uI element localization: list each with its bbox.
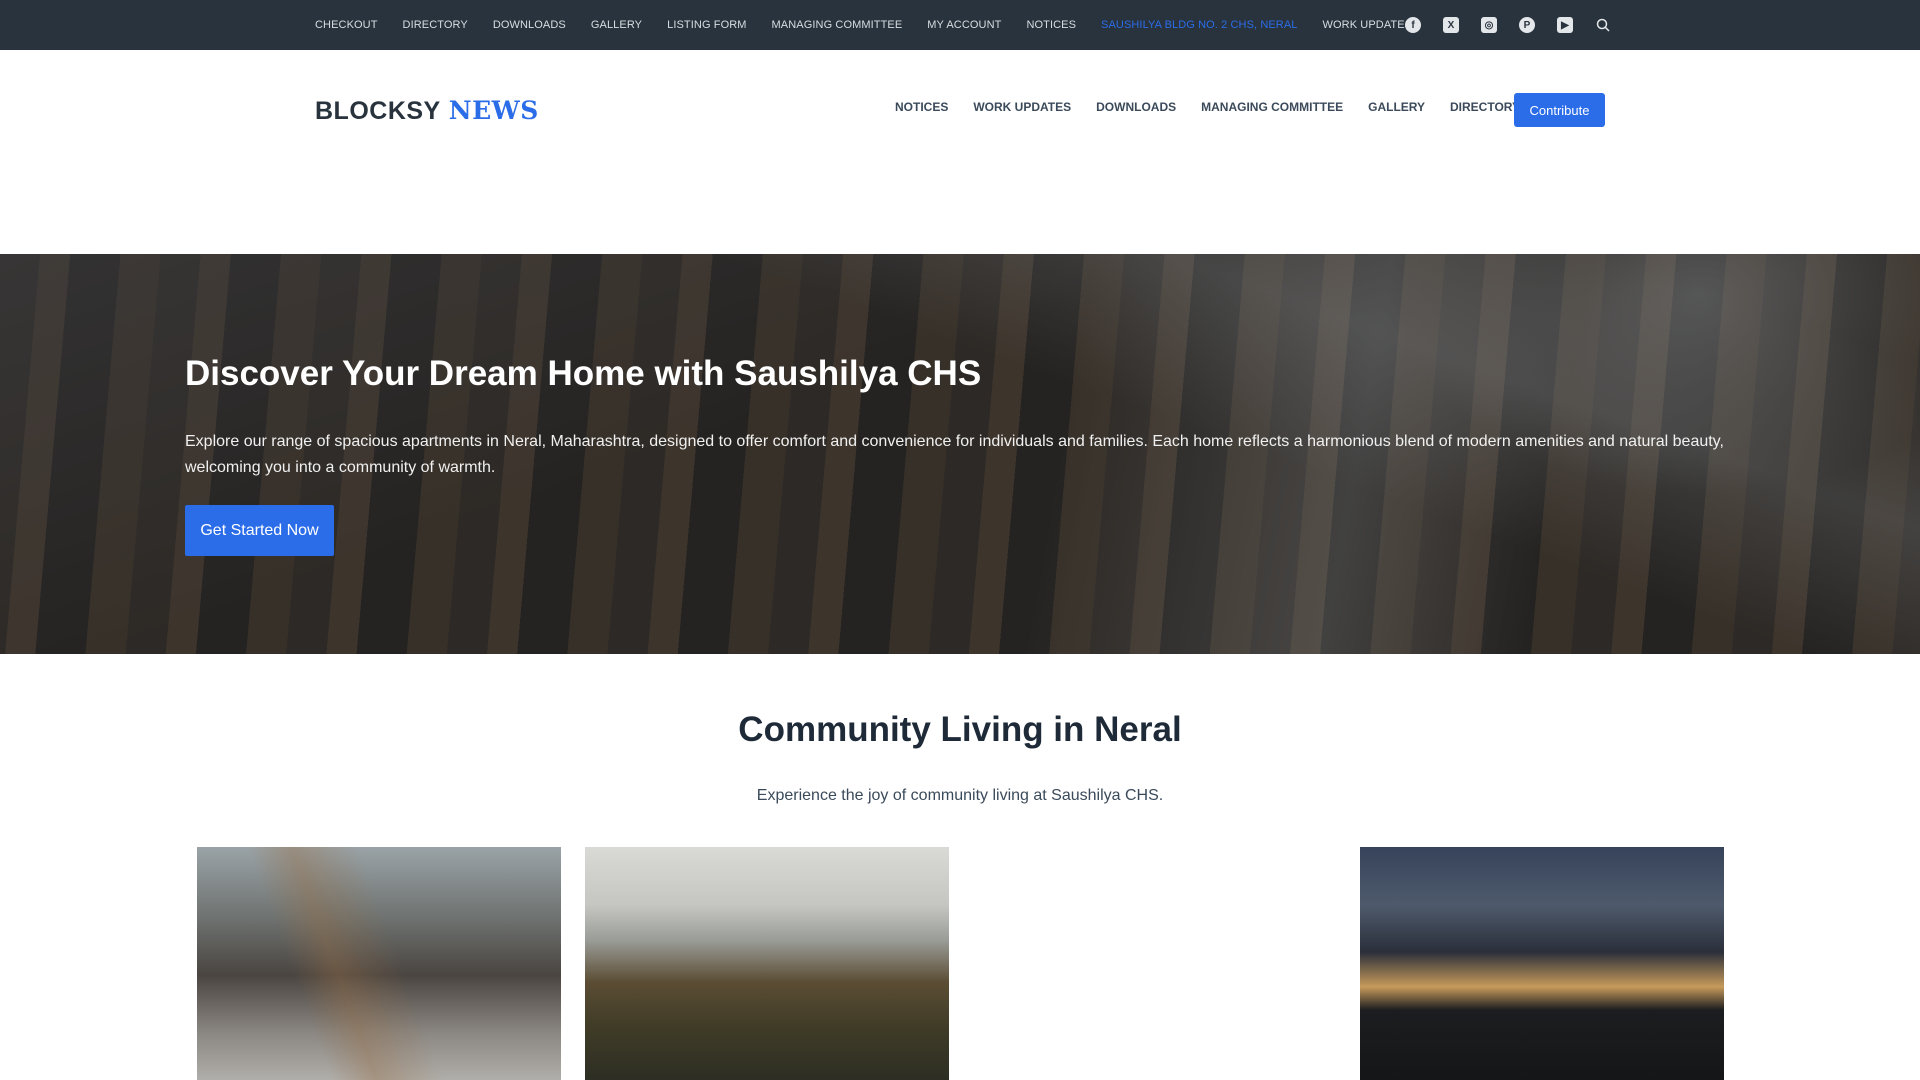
- top-bar: CHECKOUT DIRECTORY DOWNLOADS GALLERY LIS…: [0, 0, 1920, 50]
- top-nav-managing-committee[interactable]: MANAGING COMMITTEE: [772, 19, 903, 31]
- top-nav-my-account[interactable]: MY ACCOUNT: [927, 19, 1001, 31]
- gallery-image-valley: [585, 847, 949, 1080]
- logo-accent-text: NEWS: [448, 96, 539, 125]
- nav-downloads[interactable]: DOWNLOADS: [1096, 100, 1176, 114]
- site-logo[interactable]: BLOCKSY NEWS: [315, 96, 539, 126]
- gallery-image-mountains: [197, 847, 561, 1080]
- top-nav-work-updates[interactable]: WORK UPDATES: [1323, 19, 1413, 31]
- nav-managing-committee[interactable]: MANAGING COMMITTEE: [1201, 100, 1343, 114]
- logo-text: BLOCKSY: [315, 97, 441, 125]
- nav-gallery[interactable]: GALLERY: [1368, 100, 1425, 114]
- top-nav: CHECKOUT DIRECTORY DOWNLOADS GALLERY LIS…: [315, 0, 1412, 50]
- youtube-icon[interactable]: ▶: [1557, 17, 1573, 33]
- get-started-button[interactable]: Get Started Now: [185, 505, 334, 556]
- top-nav-notices[interactable]: NOTICES: [1026, 19, 1076, 31]
- hero-title: Discover Your Dream Home with Saushilya …: [185, 354, 982, 393]
- facebook-icon[interactable]: f: [1405, 17, 1421, 33]
- nav-work-updates[interactable]: WORK UPDATES: [973, 100, 1071, 114]
- section-title: Community Living in Neral: [738, 710, 1182, 749]
- top-nav-downloads[interactable]: DOWNLOADS: [493, 19, 566, 31]
- section-subtitle: Experience the joy of community living a…: [756, 787, 1164, 804]
- nav-directory[interactable]: DIRECTORY: [1450, 100, 1520, 114]
- top-nav-listing-form[interactable]: LISTING FORM: [667, 19, 746, 31]
- top-nav-saushilya[interactable]: SAUSHILYA BLDG NO. 2 CHS, NERAL: [1101, 19, 1297, 31]
- site-header: BLOCKSY NEWS NOTICES WORK UPDATES DOWNLOA…: [0, 50, 1920, 254]
- nav-notices[interactable]: NOTICES: [895, 100, 948, 114]
- top-nav-checkout[interactable]: CHECKOUT: [315, 19, 378, 31]
- hero-text: Explore our range of spacious apartments…: [185, 433, 1724, 476]
- pinterest-icon[interactable]: P: [1519, 17, 1535, 33]
- instagram-icon[interactable]: ◎: [1481, 17, 1497, 33]
- hero-section: Discover Your Dream Home with Saushilya …: [0, 254, 1920, 654]
- main-nav: NOTICES WORK UPDATES DOWNLOADS MANAGING …: [895, 100, 1520, 114]
- social-links: f X ◎ P ▶: [1405, 0, 1611, 50]
- contribute-button[interactable]: Contribute: [1514, 93, 1605, 127]
- x-icon[interactable]: X: [1443, 17, 1459, 33]
- search-icon[interactable]: [1595, 17, 1611, 33]
- gallery-image-night-town: [1360, 847, 1724, 1080]
- top-nav-gallery[interactable]: GALLERY: [591, 19, 642, 31]
- top-nav-directory[interactable]: DIRECTORY: [403, 19, 468, 31]
